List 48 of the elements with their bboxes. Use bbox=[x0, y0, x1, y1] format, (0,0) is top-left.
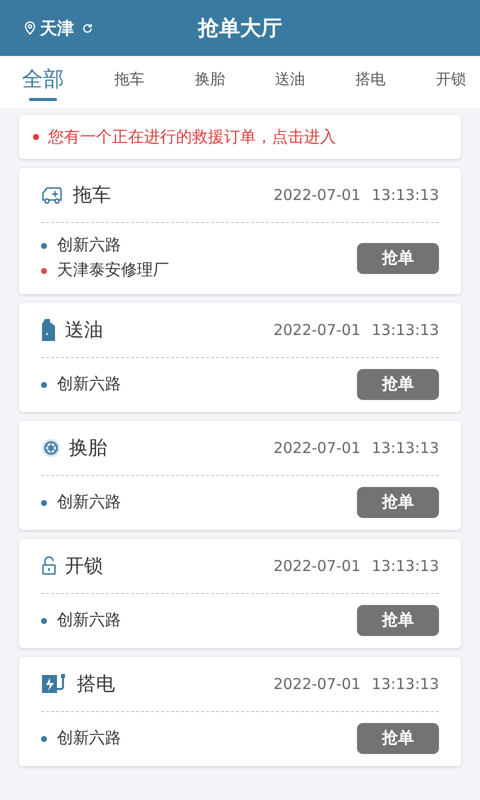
service-type: 搭电 bbox=[77, 672, 115, 697]
service-type: 开锁 bbox=[65, 554, 103, 579]
location-text: 创新六路 bbox=[57, 235, 121, 256]
category-tab[interactable]: 全部 bbox=[16, 65, 70, 99]
service-type: 拖车 bbox=[73, 183, 111, 208]
location-text: 创新六路 bbox=[57, 610, 121, 631]
order-time: 13:13:13 bbox=[372, 675, 439, 693]
grab-order-button[interactable]: 抢单 bbox=[357, 487, 439, 518]
grab-order-button[interactable]: 抢单 bbox=[357, 242, 439, 274]
order-card[interactable]: 拖车 2022-07-01 13:13:13 创新六路 天津泰安修理厂 抢单 bbox=[19, 168, 461, 294]
location-text: 创新六路 bbox=[57, 492, 121, 513]
ambulance-icon bbox=[41, 185, 65, 205]
category-tab[interactable]: 开锁 bbox=[430, 70, 472, 94]
order-time: 13:13:13 bbox=[372, 186, 439, 204]
unlocked-padlock-icon bbox=[41, 556, 57, 576]
page-title: 抢单大厅 bbox=[198, 15, 282, 42]
category-tab[interactable]: 换胎 bbox=[188, 70, 231, 94]
service-type: 送油 bbox=[65, 318, 103, 343]
alert-dot bbox=[33, 134, 39, 140]
order-time: 13:13:13 bbox=[372, 557, 439, 575]
service-type: 换胎 bbox=[69, 436, 107, 461]
order-date: 2022-07-01 bbox=[273, 675, 361, 693]
order-date: 2022-07-01 bbox=[273, 186, 361, 204]
notice-banner[interactable]: 您有一个正在进行的救援订单，点击进入 bbox=[19, 115, 461, 159]
notice-text: 您有一个正在进行的救援订单，点击进入 bbox=[48, 126, 336, 148]
location-text: 创新六路 bbox=[57, 374, 121, 395]
location-text: 创新六路 bbox=[57, 728, 121, 749]
refresh-icon[interactable] bbox=[82, 22, 93, 34]
order-date: 2022-07-01 bbox=[273, 439, 361, 457]
order-date: 2022-07-01 bbox=[273, 321, 361, 339]
grab-order-button[interactable]: 抢单 bbox=[357, 369, 439, 400]
location-pin-icon bbox=[24, 21, 36, 35]
category-tab[interactable]: 送油 bbox=[269, 70, 312, 94]
grab-order-button[interactable]: 抢单 bbox=[357, 723, 439, 754]
category-tab[interactable]: 搭电 bbox=[350, 70, 392, 94]
order-card[interactable]: 换胎 2022-07-01 13:13:13 创新六路 抢单 bbox=[19, 421, 461, 530]
order-card[interactable]: 送油 2022-07-01 13:13:13 创新六路 抢单 bbox=[19, 303, 461, 412]
order-time: 13:13:13 bbox=[372, 321, 439, 339]
order-card[interactable]: 搭电 2022-07-01 13:13:13 创新六路 抢单 bbox=[19, 657, 461, 766]
order-date: 2022-07-01 bbox=[273, 557, 361, 575]
fuel-can-icon bbox=[41, 319, 57, 341]
order-time: 13:13:13 bbox=[372, 439, 439, 457]
tire-icon bbox=[41, 438, 61, 458]
city-name[interactable]: 天津 bbox=[40, 16, 74, 40]
order-card[interactable]: 开锁 2022-07-01 13:13:13 创新六路 抢单 bbox=[19, 539, 461, 648]
grab-order-button[interactable]: 抢单 bbox=[357, 605, 439, 636]
location-text: 天津泰安修理厂 bbox=[57, 260, 169, 281]
category-tab[interactable]: 拖车 bbox=[108, 70, 150, 94]
